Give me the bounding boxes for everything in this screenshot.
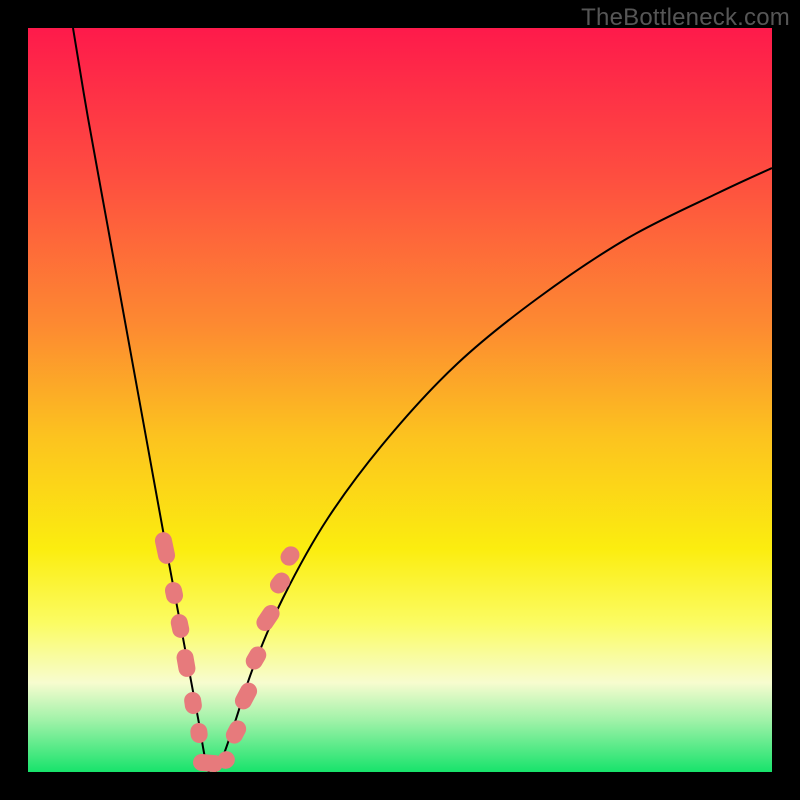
plot-area: [28, 28, 772, 772]
outer-frame: TheBottleneck.com: [0, 0, 800, 800]
chart-svg: [28, 28, 772, 772]
watermark-text: TheBottleneck.com: [581, 4, 790, 32]
